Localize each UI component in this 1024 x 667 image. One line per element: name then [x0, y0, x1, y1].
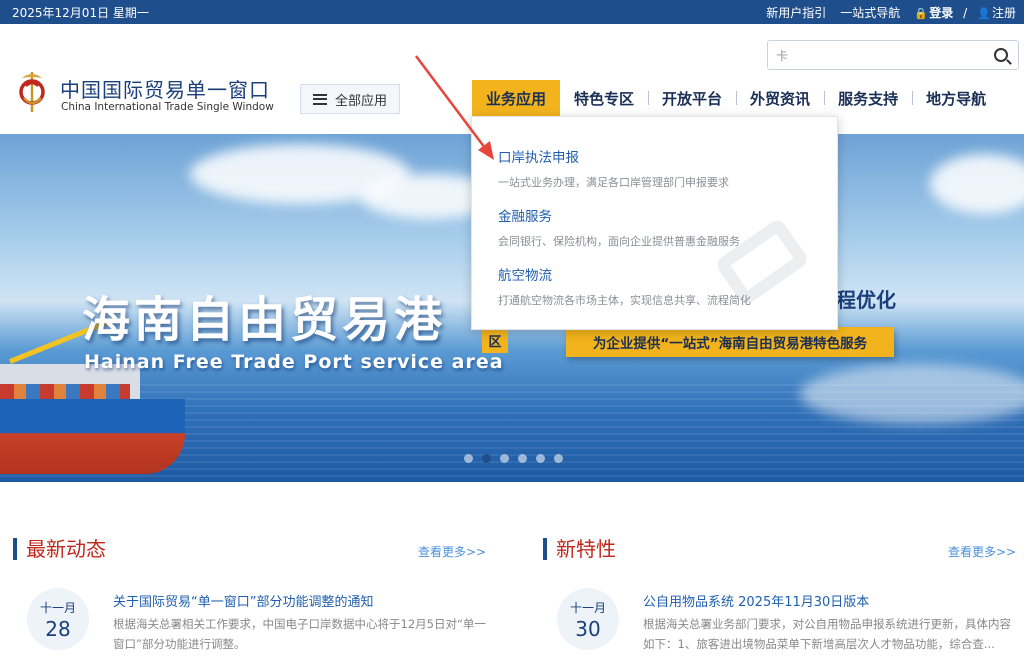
- carousel-dot[interactable]: [464, 454, 473, 463]
- search-box: [767, 40, 1019, 70]
- dropdown-item-title[interactable]: 口岸执法申报: [498, 146, 729, 166]
- carousel-dot[interactable]: [518, 454, 527, 463]
- cloud: [930, 154, 1024, 214]
- all-apps-label: 全部应用: [334, 93, 387, 109]
- section-title-new-features: 新特性: [543, 538, 616, 560]
- new-user-guide-link[interactable]: 新用户指引: [766, 4, 826, 21]
- dropdown-item-financial-services[interactable]: 金融服务 会同银行、保险机构，面向企业提供普惠金融服务: [498, 205, 740, 249]
- carousel-dot[interactable]: [554, 454, 563, 463]
- brand-name-en: China International Trade Single Window: [61, 101, 274, 113]
- carousel-dot-active[interactable]: [482, 454, 491, 463]
- dropdown-item-port-declaration[interactable]: 口岸执法申报 一站式业务办理，满足各口岸管理部门申报要求: [498, 146, 729, 190]
- ship-hull: [0, 399, 185, 474]
- carousel-dot[interactable]: [536, 454, 545, 463]
- search-input[interactable]: [776, 45, 976, 65]
- date-month: 十一月: [39, 601, 76, 615]
- nav-featured-zone[interactable]: 特色专区: [560, 80, 648, 116]
- dropdown-item-air-logistics[interactable]: 航空物流 打通航空物流各市场主体，实现信息共享、流程简化: [498, 264, 751, 308]
- carousel-dots: [464, 454, 563, 463]
- carousel-dot[interactable]: [500, 454, 509, 463]
- news-title-link[interactable]: 公自用物品系统 2025年11月30日版本: [643, 591, 869, 610]
- dropdown-item-desc: 会同银行、保险机构，面向企业提供普惠金融服务: [498, 235, 740, 248]
- search-icon[interactable]: [994, 48, 1008, 62]
- dropdown-item-title[interactable]: 金融服务: [498, 205, 740, 225]
- dropdown-item-desc: 一站式业务办理，满足各口岸管理部门申报要求: [498, 176, 729, 189]
- banner-partial-text: 程优化: [836, 288, 896, 312]
- more-link-latest-news[interactable]: 查看更多>>: [418, 543, 486, 560]
- section-title-latest-news: 最新动态: [13, 538, 106, 560]
- more-link-new-features[interactable]: 查看更多>>: [948, 543, 1016, 560]
- date-month: 十一月: [569, 601, 606, 615]
- banner-headline: 海南自由贸易港: [82, 292, 447, 348]
- dropdown-item-title[interactable]: 航空物流: [498, 264, 751, 284]
- nav-local-nav[interactable]: 地方导航: [912, 80, 1000, 116]
- date-day: 28: [45, 617, 71, 641]
- all-apps-button[interactable]: 全部应用: [300, 84, 400, 114]
- logo-icon[interactable]: [14, 68, 50, 114]
- date-badge: 十一月 28: [27, 588, 89, 650]
- lock-icon: 🔒: [914, 7, 928, 20]
- banner-slogan: 为企业提供“一站式”海南自由贸易港特色服务: [566, 327, 894, 357]
- login-link[interactable]: 登录: [929, 6, 953, 20]
- business-apps-dropdown: 口岸执法申报 一站式业务办理，满足各口岸管理部门申报要求 金融服务 会同银行、保…: [471, 116, 838, 330]
- auth-separator: /: [963, 6, 968, 20]
- news-title-link[interactable]: 关于国际贸易“单一窗口”部分功能调整的通知: [113, 591, 373, 610]
- nav-service-support[interactable]: 服务支持: [824, 80, 912, 116]
- current-date: 2025年12月01日 星期一: [12, 6, 149, 20]
- register-link[interactable]: 注册: [992, 6, 1016, 20]
- news-description: 根据海关总署业务部门要求，对公自用物品申报系统进行更新，具体内容如下：1、旅客进…: [643, 617, 1011, 651]
- menu-icon: [312, 93, 327, 105]
- news-description: 根据海关总署相关工作要求，中国电子口岸数据中心将于12月5日对“单一窗口”部分功…: [113, 617, 486, 651]
- auth-links: 🔒登录 / 👤注册: [914, 4, 1016, 21]
- nav-trade-news[interactable]: 外贸资讯: [736, 80, 824, 116]
- brand-name[interactable]: 中国国际贸易单一窗口: [60, 74, 270, 103]
- user-icon: 👤: [976, 7, 991, 20]
- top-links: 新用户指引 一站式导航 🔒登录 / 👤注册: [766, 4, 1016, 21]
- nav-open-platform[interactable]: 开放平台: [648, 80, 736, 116]
- page: 2025年12月01日 星期一 新用户指引 一站式导航 🔒登录 / 👤注册 中国…: [0, 0, 1024, 667]
- main-nav: 业务应用 特色专区 开放平台 外贸资讯 服务支持 地方导航: [472, 80, 1000, 116]
- banner-headline-en: Hainan Free Trade Port service area: [84, 351, 504, 373]
- date-day: 30: [575, 617, 601, 641]
- nav-business-apps[interactable]: 业务应用: [472, 80, 561, 116]
- top-bar: 2025年12月01日 星期一 新用户指引 一站式导航 🔒登录 / 👤注册: [0, 0, 1024, 24]
- one-stop-nav-link[interactable]: 一站式导航: [840, 4, 900, 21]
- date-badge: 十一月 30: [557, 588, 619, 650]
- dropdown-item-desc: 打通航空物流各市场主体，实现信息共享、流程简化: [498, 294, 751, 307]
- banner-tag: 区: [482, 327, 508, 353]
